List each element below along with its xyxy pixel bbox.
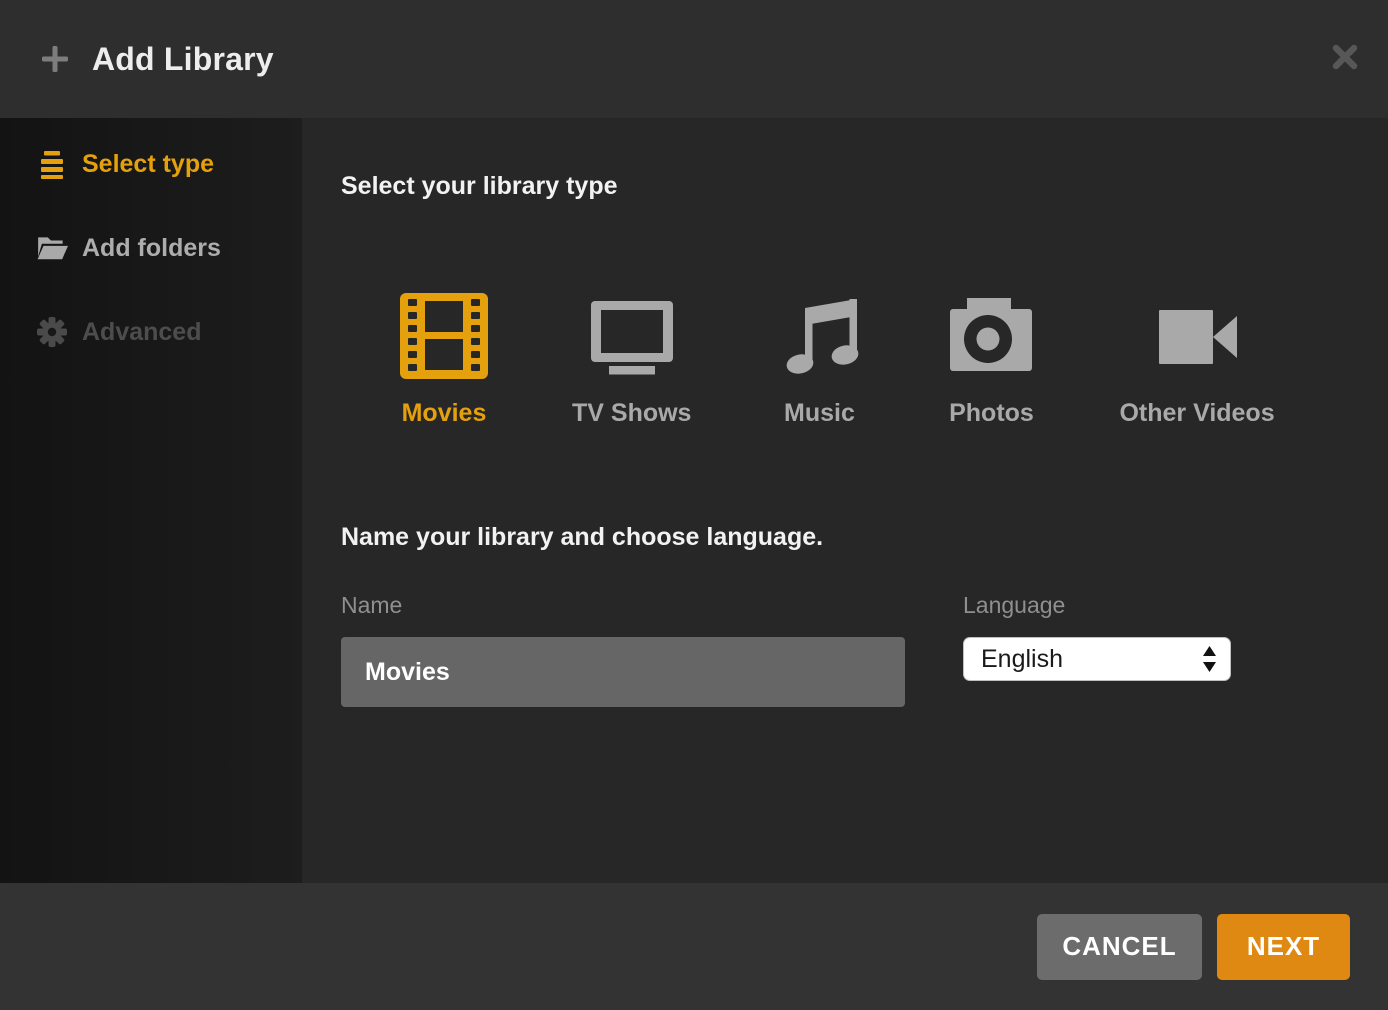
sidebar-item-label: Add folders xyxy=(82,234,221,263)
video-camera-icon xyxy=(1153,293,1241,379)
list-icon xyxy=(36,148,68,180)
language-field-label: Language xyxy=(963,591,1231,619)
library-type-movies[interactable]: Movies xyxy=(400,293,488,428)
dialog-title: Add Library xyxy=(92,41,274,78)
cancel-button[interactable]: CANCEL xyxy=(1037,914,1202,980)
select-type-heading: Select your library type xyxy=(341,171,1388,201)
sidebar-item-label: Advanced xyxy=(82,318,201,347)
close-icon[interactable] xyxy=(1330,42,1360,72)
next-button[interactable]: NEXT xyxy=(1217,914,1350,980)
gear-icon xyxy=(36,316,68,348)
library-type-label: Music xyxy=(784,399,855,428)
library-type-label: TV Shows xyxy=(572,399,691,428)
library-type-label: Photos xyxy=(949,399,1034,428)
folder-open-icon xyxy=(36,232,68,264)
plus-icon xyxy=(40,44,70,74)
library-type-tv-shows[interactable]: TV Shows xyxy=(572,293,691,428)
select-arrows-icon xyxy=(1202,646,1217,672)
sidebar-item-add-folders[interactable]: Add folders xyxy=(0,206,302,290)
library-type-other-videos[interactable]: Other Videos xyxy=(1119,293,1274,428)
language-select-value: English xyxy=(981,645,1202,674)
language-field-group: Language English xyxy=(963,591,1231,707)
sidebar-item-select-type[interactable]: Select type xyxy=(0,122,302,206)
tv-icon xyxy=(588,293,676,379)
name-language-heading: Name your library and choose language. xyxy=(341,522,1388,552)
dialog-footer: CANCEL NEXT xyxy=(0,883,1388,1010)
name-field-group: Name xyxy=(341,591,905,707)
film-strip-icon xyxy=(400,293,488,379)
library-type-photos[interactable]: Photos xyxy=(947,293,1035,428)
wizard-step-content: Select your library type xyxy=(302,118,1388,883)
sidebar-item-label: Select type xyxy=(82,150,214,179)
camera-icon xyxy=(947,293,1035,379)
dialog-header: Add Library xyxy=(0,0,1388,118)
library-name-input[interactable] xyxy=(341,637,905,707)
music-note-icon xyxy=(775,293,863,379)
name-field-label: Name xyxy=(341,591,905,619)
fields-row: Name Language English xyxy=(341,591,1388,707)
library-type-label: Movies xyxy=(402,399,487,428)
library-type-label: Other Videos xyxy=(1119,399,1274,428)
language-select[interactable]: English xyxy=(963,637,1231,681)
sidebar-item-advanced: Advanced xyxy=(0,290,302,374)
library-type-music[interactable]: Music xyxy=(775,293,863,428)
library-type-row: Movies TV Shows xyxy=(400,293,1388,428)
wizard-steps-sidebar: Select type Add folders xyxy=(0,118,302,883)
